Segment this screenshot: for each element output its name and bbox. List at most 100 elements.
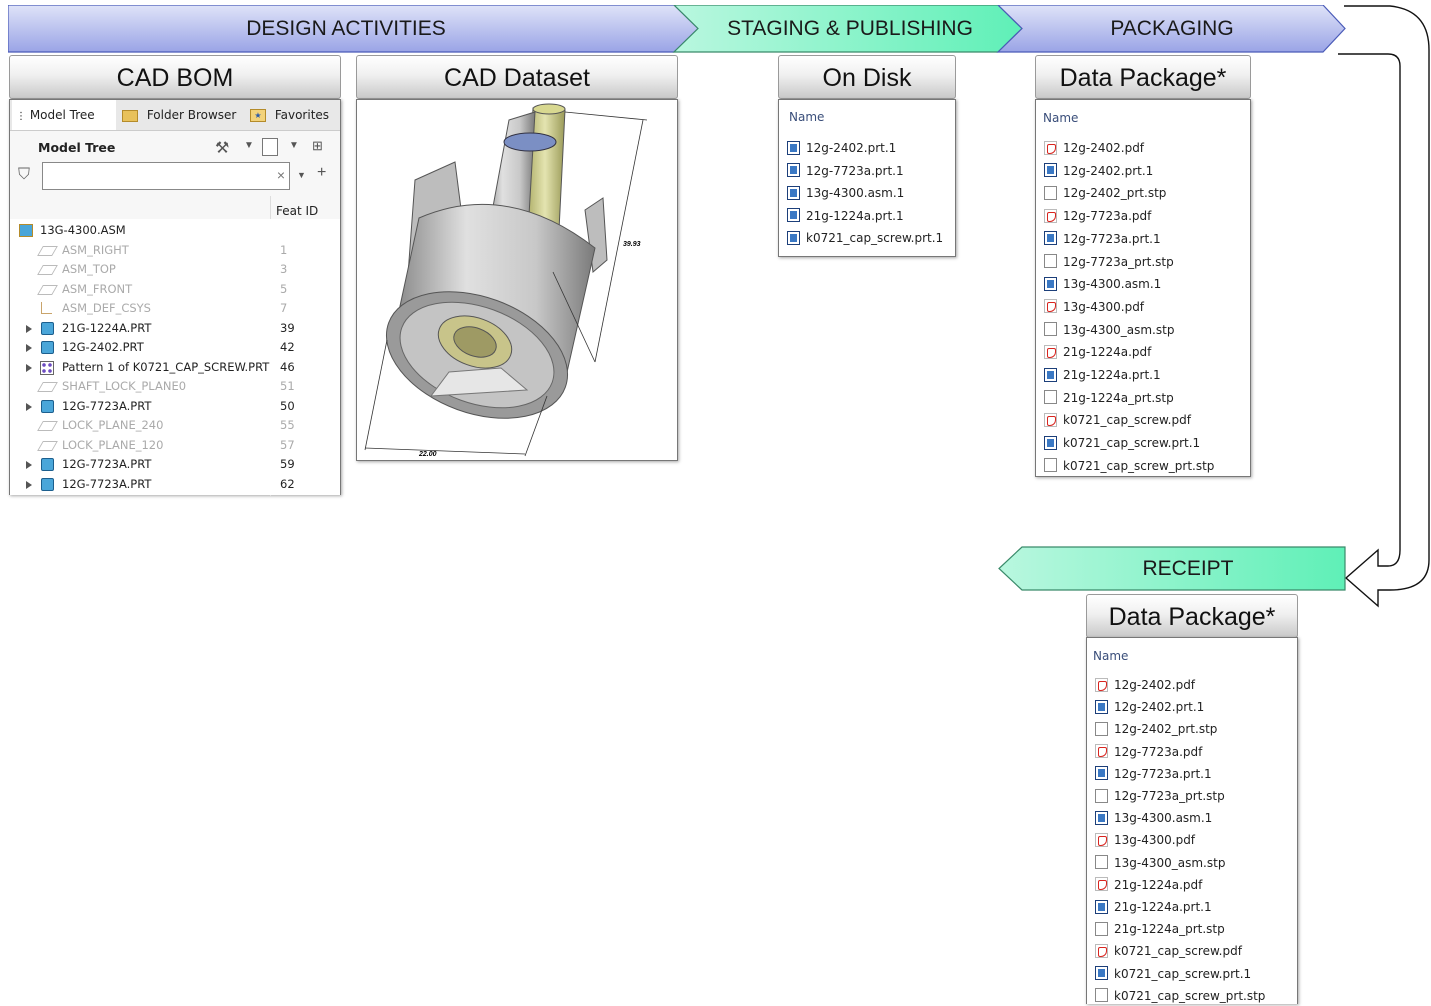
file-row[interactable]: 12g-7723a_prt.stp (1095, 786, 1225, 806)
feat-id-column-header[interactable]: Feat ID (276, 204, 318, 218)
tree-root[interactable]: 13G-4300.ASM (10, 221, 340, 241)
chevron-down-icon[interactable]: ▼ (297, 170, 306, 180)
creo-file-icon (1044, 231, 1057, 246)
file-row[interactable]: 12g-2402.pdf (1044, 138, 1144, 158)
filter-options-icon[interactable]: ⊞ (312, 138, 323, 154)
expand-icon[interactable] (26, 363, 32, 372)
tree-row[interactable]: 12G-2402.PRT 42 (10, 338, 340, 358)
height-dimension: 39.93 (623, 241, 641, 248)
tree-row-feat-id: 51 (280, 379, 295, 393)
tree-row[interactable]: 12G-7723A.PRT 62 (10, 475, 340, 495)
tree-row[interactable]: ASM_TOP 3 (10, 260, 340, 280)
file-row[interactable]: k0721_cap_screw.pdf (1095, 941, 1242, 961)
expand-icon[interactable] (26, 402, 32, 411)
flow-arrow-outer (1338, 5, 1430, 608)
file-row[interactable]: 13g-4300.asm.1 (787, 183, 904, 203)
file-row[interactable]: 21g-1224a.prt.1 (787, 206, 904, 226)
pdf-file-icon (1044, 344, 1057, 359)
pdf-file-icon (1095, 832, 1108, 847)
expand-icon[interactable] (26, 480, 32, 489)
staging-publishing-label: STAGING & PUBLISHING (727, 17, 973, 40)
file-row[interactable]: 12g-2402.prt.1 (787, 138, 896, 158)
tab-favorites[interactable]: ★ Favorites (246, 100, 342, 130)
cad-model-drawing: 39.93 22.00 (364, 103, 648, 458)
favorites-icon: ★ (250, 109, 266, 122)
tab-model-tree[interactable]: ⋮ Model Tree (12, 100, 116, 130)
receipt-data-package-header: Data Package* (1086, 594, 1298, 638)
file-row[interactable]: k0721_cap_screw_prt.stp (1044, 456, 1214, 476)
file-row[interactable]: 13g-4300_asm.stp (1044, 320, 1174, 340)
file-row[interactable]: 12g-2402_prt.stp (1095, 719, 1217, 739)
tree-row-label: LOCK_PLANE_240 (62, 418, 164, 432)
tab-folder-browser[interactable]: Folder Browser (118, 100, 244, 130)
file-row[interactable]: 21g-1224a_prt.stp (1095, 919, 1225, 939)
file-row[interactable]: 12g-7723a.prt.1 (1044, 229, 1161, 249)
tree-row[interactable]: Pattern 1 of K0721_CAP_SCREW.PRT 46 (10, 358, 340, 378)
pdf-file-icon (1044, 208, 1057, 223)
creo-file-icon (1095, 899, 1108, 914)
tree-row-feat-id: 5 (280, 281, 288, 296)
data-package-panel: Name 12g-2402.pdf 12g-2402.prt.1 12g-2402_… (1035, 99, 1251, 477)
file-icon (1095, 788, 1108, 803)
expand-icon[interactable] (26, 461, 32, 469)
chevron-down-icon[interactable]: ▼ (289, 140, 299, 151)
file-row[interactable]: 21g-1224a.prt.1 (1095, 897, 1212, 917)
file-row[interactable]: 12g-7723a.pdf (1095, 742, 1202, 762)
tree-root-label: 13G-4300.ASM (40, 223, 126, 237)
filter-clear-icon[interactable]: × (277, 167, 285, 183)
file-row[interactable]: 12g-7723a.pdf (1044, 206, 1151, 226)
file-row[interactable]: 13g-4300.pdf (1095, 830, 1195, 850)
datum-plane-icon (37, 284, 58, 295)
tree-row[interactable]: LOCK_PLANE_120 57 (10, 436, 340, 456)
file-row[interactable]: 13g-4300.asm.1 (1095, 808, 1212, 828)
file-name: 21g-1224a.prt.1 (1063, 368, 1161, 382)
name-column-header[interactable]: Name (1093, 649, 1128, 663)
file-row[interactable]: k0721_cap_screw.pdf (1044, 410, 1191, 430)
file-row[interactable]: 21g-1224a_prt.stp (1044, 388, 1174, 408)
name-column-header[interactable]: Name (1043, 111, 1078, 125)
file-row[interactable]: 13g-4300.pdf (1044, 297, 1144, 317)
file-row[interactable]: k0721_cap_screw.prt.1 (1095, 964, 1251, 984)
tree-row[interactable]: 12G-7723A.PRT 50 (10, 397, 340, 417)
file-row[interactable]: 21g-1224a.pdf (1095, 875, 1202, 895)
chevron-down-icon[interactable]: ▼ (244, 140, 254, 151)
name-column-header[interactable]: Name (789, 110, 824, 124)
tree-row[interactable]: LOCK_PLANE_240 55 (10, 416, 340, 436)
file-row[interactable]: 12g-2402.pdf (1095, 675, 1195, 695)
file-row[interactable]: 12g-2402.prt.1 (1095, 697, 1204, 717)
tree-row[interactable]: 12G-7723A.PRT 59 (10, 455, 340, 475)
file-row[interactable]: 21g-1224a.pdf (1044, 342, 1151, 362)
show-icon[interactable] (262, 138, 278, 156)
file-icon (1044, 254, 1057, 268)
tree-row[interactable]: ASM_FRONT 5 (10, 280, 340, 300)
tree-row[interactable]: ASM_DEF_CSYS 7 (10, 299, 340, 319)
file-row[interactable]: 12g-7723a.prt.1 (787, 161, 904, 181)
tree-row[interactable]: SHAFT_LOCK_PLANE0 51 (10, 377, 340, 397)
part-icon (41, 458, 54, 471)
file-row[interactable]: k0721_cap_screw.prt.1 (1044, 433, 1200, 453)
file-row[interactable]: k0721_cap_screw_prt.stp (1095, 986, 1265, 1006)
width-dimension: 22.00 (418, 451, 437, 458)
file-row[interactable]: 21g-1224a.prt.1 (1044, 365, 1161, 385)
add-icon[interactable]: + (317, 164, 326, 182)
file-row[interactable]: 13g-4300_asm.stp (1095, 853, 1225, 873)
filter-input[interactable]: × (42, 162, 290, 190)
tree-row-label: ASM_TOP (62, 262, 116, 276)
file-row[interactable]: 12g-7723a_prt.stp (1044, 252, 1174, 272)
file-row[interactable]: 12g-7723a.prt.1 (1095, 764, 1212, 784)
file-row[interactable]: 12g-2402_prt.stp (1044, 183, 1166, 203)
file-row[interactable]: k0721_cap_screw.prt.1 (787, 228, 943, 248)
file-name: k0721_cap_screw_prt.stp (1063, 458, 1215, 473)
pdf-file-icon (1095, 943, 1108, 958)
tree-row[interactable]: ASM_RIGHT 1 (10, 241, 340, 261)
file-icon (1044, 458, 1057, 473)
tree-row[interactable]: 21G-1224A.PRT 39 (10, 319, 340, 339)
part-icon (41, 477, 54, 491)
settings-icon[interactable]: ⚒ (215, 138, 229, 158)
file-row[interactable]: 13g-4300.asm.1 (1044, 274, 1161, 294)
expand-icon[interactable] (26, 344, 32, 352)
file-row[interactable]: 12g-2402.prt.1 (1044, 161, 1153, 181)
tree-row-feat-id: 50 (280, 398, 295, 413)
expand-icon[interactable] (26, 324, 32, 333)
file-name: 12g-7723a_prt.stp (1114, 789, 1225, 803)
